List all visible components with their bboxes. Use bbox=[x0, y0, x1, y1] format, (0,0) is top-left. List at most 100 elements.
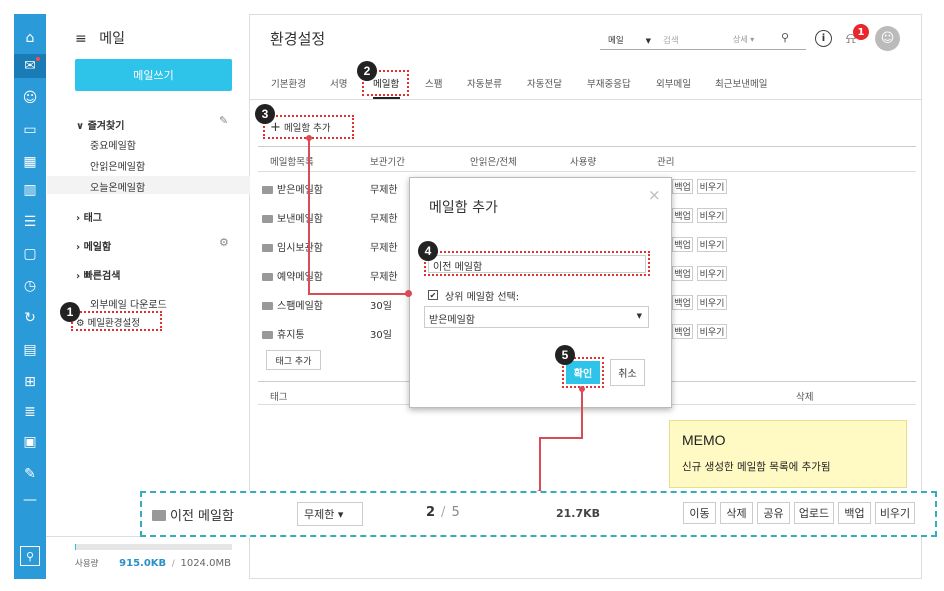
search-detail[interactable]: 상세 ▾ bbox=[733, 34, 754, 45]
tag-header: 태그 bbox=[270, 392, 288, 403]
move-button[interactable]: 이동 bbox=[683, 502, 716, 524]
favorite-item[interactable]: 오늘온메일함 bbox=[90, 179, 145, 194]
cancel-button[interactable]: 취소 bbox=[610, 359, 645, 386]
tab-external[interactable]: 외부메일 bbox=[656, 76, 691, 90]
empty-button[interactable]: 비우기 bbox=[697, 237, 727, 252]
favorite-item[interactable]: 안읽은메일함 bbox=[90, 158, 145, 173]
favorites-toggle[interactable]: ∨ 즐겨찾기 bbox=[76, 117, 124, 132]
parent-mailbox-select[interactable]: 받은메일함 ▼ bbox=[424, 306, 649, 328]
list-icon[interactable]: ☰ bbox=[14, 210, 46, 234]
info-icon[interactable]: i bbox=[815, 30, 832, 47]
stack-icon[interactable]: ≣ bbox=[14, 400, 46, 424]
empty-button[interactable]: 비우기 bbox=[697, 295, 727, 310]
dialog-title: 메일함 추가 bbox=[429, 200, 498, 216]
col-header-size: 사용량 bbox=[570, 157, 597, 168]
connector-line bbox=[539, 437, 541, 493]
mail-icon[interactable]: ✉ bbox=[14, 54, 46, 78]
tab-mailbox[interactable]: 메일함 bbox=[373, 76, 399, 90]
step-badge: 1 bbox=[60, 302, 80, 322]
mailbox-row-name[interactable]: 스팸메일함 bbox=[262, 297, 323, 312]
sidebar-title: 메일 bbox=[99, 31, 125, 47]
parent-checkbox[interactable]: ✔ bbox=[428, 290, 438, 300]
edit-favorites-icon[interactable]: ✎ bbox=[219, 114, 228, 127]
mailbox-row-name[interactable]: 예약메일함 bbox=[262, 268, 323, 283]
search-input[interactable]: 검색 bbox=[663, 34, 679, 46]
usage-text: 사용량 915.0KB / 1024.0MB bbox=[75, 558, 231, 569]
minus-icon[interactable]: — bbox=[14, 488, 46, 512]
mailbox-row-period: 무제한 bbox=[370, 214, 398, 225]
connector-line bbox=[308, 137, 310, 295]
backup-button[interactable]: 백업 bbox=[672, 266, 693, 281]
person-icon[interactable]: ☺ bbox=[14, 86, 46, 110]
page-title: 환경설정 bbox=[270, 30, 326, 48]
mailbox-row-name[interactable]: 보낸메일함 bbox=[262, 210, 323, 225]
mailbox-name-input[interactable]: 이전 메일함 bbox=[428, 255, 646, 273]
mailbox-row-name[interactable]: 받은메일함 bbox=[262, 181, 323, 196]
tab-autosort[interactable]: 자동분류 bbox=[467, 76, 502, 90]
mailbox-row-period: 무제한 bbox=[370, 243, 398, 254]
hamburger-icon[interactable]: ≡ bbox=[75, 31, 87, 47]
connector-line bbox=[539, 437, 583, 439]
tab-signature[interactable]: 서명 bbox=[330, 76, 347, 90]
empty-button[interactable]: 비우기 bbox=[697, 324, 727, 339]
add-mailbox-button[interactable]: + 메일함 추가 bbox=[270, 120, 331, 135]
clock-icon[interactable]: ◷ bbox=[14, 274, 46, 298]
backup-button[interactable]: 백업 bbox=[672, 324, 693, 339]
tab-recent-sent[interactable]: 최근보낸메일 bbox=[715, 76, 767, 90]
divider bbox=[250, 99, 922, 100]
confirm-button[interactable]: 확인 bbox=[566, 361, 600, 384]
mail-settings-link[interactable]: ⚙ 메일환경설정 bbox=[76, 315, 140, 329]
connector-dot bbox=[579, 386, 585, 392]
folder-icon[interactable]: ▭ bbox=[14, 118, 46, 142]
doc-icon[interactable]: ▣ bbox=[14, 430, 46, 454]
compose-button[interactable]: 메일쓰기 bbox=[75, 59, 232, 91]
search-icon[interactable]: ⚲ bbox=[781, 31, 789, 44]
grid-icon[interactable]: ⊞ bbox=[14, 370, 46, 394]
refresh-icon[interactable]: ↻ bbox=[14, 306, 46, 330]
delete-button[interactable]: 삭제 bbox=[720, 502, 753, 524]
upload-button[interactable]: 업로드 bbox=[794, 502, 834, 524]
mailbox-settings-icon[interactable]: ⚙ bbox=[219, 236, 229, 249]
tags-toggle[interactable]: › 태그 bbox=[76, 209, 102, 224]
backup-button[interactable]: 백업 bbox=[672, 179, 693, 194]
empty-button[interactable]: 비우기 bbox=[697, 266, 727, 281]
folder-icon bbox=[262, 215, 273, 223]
backup-button[interactable]: 백업 bbox=[672, 237, 693, 252]
home-icon[interactable]: ⌂ bbox=[14, 26, 46, 50]
note-icon[interactable]: ▤ bbox=[14, 338, 46, 362]
share-button[interactable]: 공유 bbox=[757, 502, 790, 524]
add-tag-button[interactable]: 태그 추가 bbox=[266, 350, 321, 370]
avatar[interactable]: ☺ bbox=[875, 26, 900, 51]
col-header-period: 보관기간 bbox=[370, 157, 405, 168]
tab-autoforward[interactable]: 자동전달 bbox=[527, 76, 562, 90]
mailbox-row-period: 30일 bbox=[370, 330, 392, 341]
mailbox-row-name[interactable]: 임시보관함 bbox=[262, 239, 323, 254]
mailbox-toggle[interactable]: › 메일함 bbox=[76, 238, 111, 253]
connector-dot bbox=[405, 290, 412, 297]
tab-spam[interactable]: 스팸 bbox=[425, 76, 442, 90]
board-icon[interactable]: ▥ bbox=[14, 178, 46, 202]
step-badge: 5 bbox=[555, 345, 575, 365]
backup-button[interactable]: 백업 bbox=[838, 502, 871, 524]
backup-button[interactable]: 백업 bbox=[672, 208, 693, 223]
mailbox-row-name[interactable]: 휴지통 bbox=[262, 326, 305, 341]
calendar-icon[interactable]: ▦ bbox=[14, 150, 46, 174]
org-icon[interactable]: ⚲ bbox=[20, 546, 40, 566]
empty-button[interactable]: 비우기 bbox=[697, 208, 727, 223]
close-icon[interactable]: × bbox=[648, 186, 661, 204]
chat-icon[interactable]: ▢ bbox=[14, 242, 46, 266]
tab-autoreply[interactable]: 부재중응답 bbox=[587, 76, 631, 90]
mailbox-size: 21.7KB bbox=[556, 507, 601, 520]
search-scope-select[interactable]: 메일 ▼ bbox=[608, 34, 651, 46]
external-download-link[interactable]: 외부메일 다운로드 bbox=[90, 296, 167, 311]
edit-icon[interactable]: ✎ bbox=[14, 462, 46, 486]
tab-basic[interactable]: 기본환경 bbox=[271, 76, 306, 90]
empty-button[interactable]: 비우기 bbox=[697, 179, 727, 194]
favorite-item[interactable]: 중요메일함 bbox=[90, 137, 136, 152]
backup-button[interactable]: 백업 bbox=[672, 295, 693, 310]
folder-icon bbox=[262, 273, 273, 281]
empty-button[interactable]: 비우기 bbox=[875, 502, 915, 524]
quick-search-toggle[interactable]: › 빠른검색 bbox=[76, 267, 120, 282]
retention-select[interactable]: 무제한 ▾ bbox=[297, 502, 363, 526]
mailbox-row-period: 30일 bbox=[370, 301, 392, 312]
